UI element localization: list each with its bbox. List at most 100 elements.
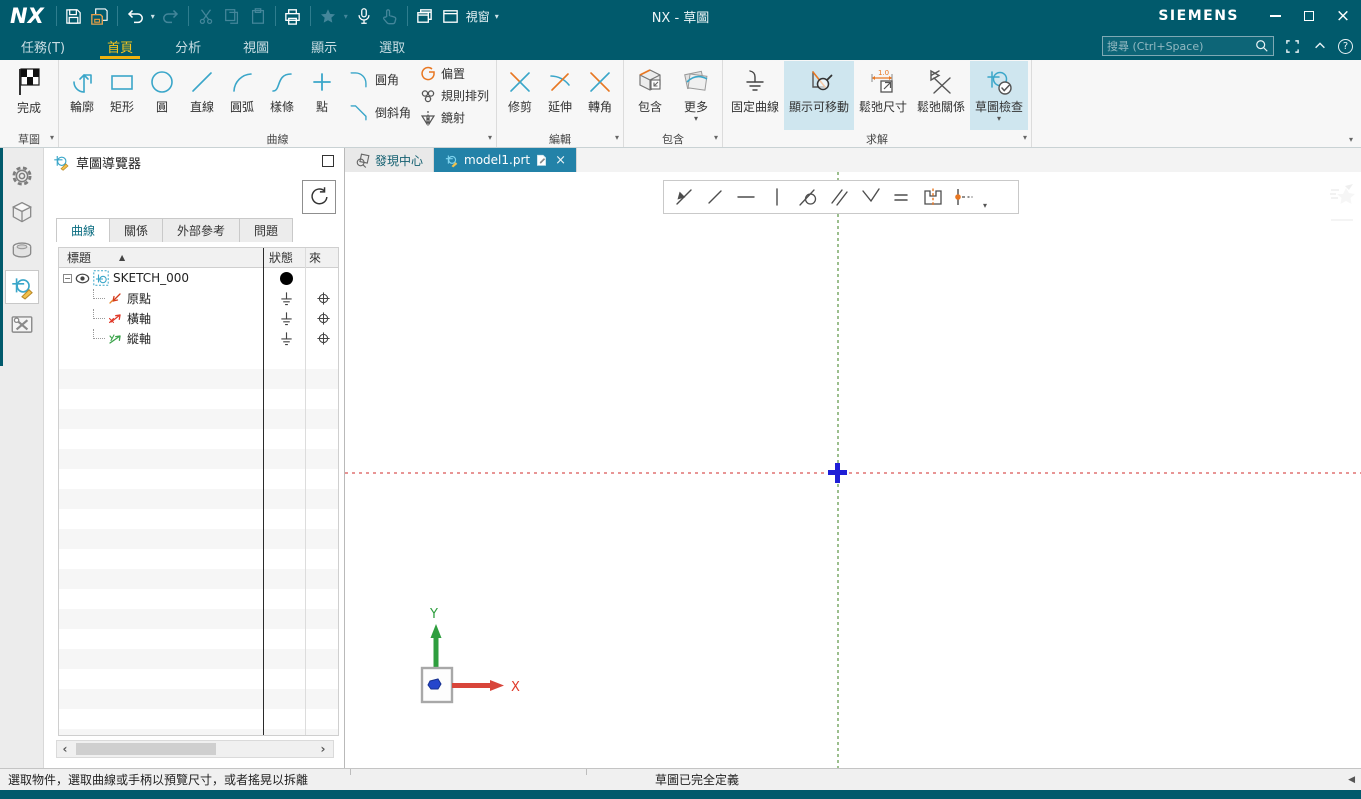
coincident-constraint-icon[interactable]	[668, 182, 699, 212]
toolbar-dropdown-arrow-icon[interactable]: ▾	[978, 201, 992, 213]
group-label-solve[interactable]: 求解 ▾	[723, 130, 1031, 147]
tab-analysis[interactable]: 分析	[154, 32, 222, 60]
horizontal-constraint-icon[interactable]	[730, 182, 761, 212]
group-label-include[interactable]: 包含 ▾	[624, 130, 722, 147]
rectangle-button[interactable]: 矩形	[102, 61, 142, 130]
microphone-icon[interactable]	[351, 3, 377, 29]
tree-row-vertical-axis[interactable]: 縱軸	[59, 328, 338, 348]
maximize-button[interactable]	[1297, 5, 1321, 27]
sketch-origin-point[interactable]	[828, 470, 847, 475]
sketch-check-button[interactable]: 草圖檢查 ▾	[970, 61, 1029, 130]
sidebar-item-tools[interactable]	[5, 307, 39, 341]
fix-curve-button[interactable]: 固定曲線	[726, 61, 784, 130]
tab-discovery-center[interactable]: 發現中心	[345, 148, 435, 172]
sidebar-item-sketch-navigator[interactable]	[4, 270, 39, 304]
relax-dimension-button[interactable]: 1.0 鬆弛尺寸	[854, 61, 912, 130]
search-input[interactable]	[1107, 39, 1255, 53]
origin-dot[interactable]	[427, 678, 442, 690]
tab-relations[interactable]: 關係	[109, 218, 164, 242]
sort-ascending-icon[interactable]: ▲	[119, 253, 125, 262]
x-axis-arrowhead[interactable]	[490, 680, 504, 691]
sketch-canvas[interactable]: ▾ Y X	[345, 172, 1361, 768]
parallel-constraint-icon[interactable]	[823, 182, 854, 212]
scroll-right-icon[interactable]: ›	[315, 742, 331, 756]
tab-external-references[interactable]: 外部參考	[162, 218, 241, 242]
print-icon[interactable]	[280, 3, 306, 29]
midpoint-constraint-icon[interactable]	[947, 182, 978, 212]
finish-sketch-button[interactable]: 完成	[3, 61, 55, 130]
tree-row-origin[interactable]: 原點	[59, 288, 338, 308]
fullscreen-icon[interactable]	[1282, 36, 1302, 56]
column-status[interactable]: 狀態	[269, 249, 293, 266]
close-button[interactable]: ×	[1331, 5, 1355, 27]
spline-button[interactable]: 樣條	[262, 61, 302, 130]
sketch-check-dropdown-arrow-icon[interactable]: ▾	[997, 114, 1001, 124]
extend-button[interactable]: 延伸	[540, 61, 580, 130]
point-button[interactable]: 點	[302, 61, 342, 130]
group-dropdown-arrow-icon[interactable]: ▾	[1023, 133, 1027, 142]
cascade-windows-icon[interactable]	[412, 3, 438, 29]
undo-dropdown-arrow-icon[interactable]: ▾	[148, 12, 158, 21]
offset-button[interactable]: 偏置	[415, 63, 493, 84]
column-title[interactable]: 標題	[59, 249, 91, 266]
window-menu-dropdown-arrow-icon[interactable]: ▾	[492, 12, 502, 21]
horizontal-scrollbar[interactable]: ‹ ›	[56, 740, 334, 758]
tree-node-label[interactable]: 縱軸	[127, 330, 151, 347]
touch-gesture-icon[interactable]	[377, 3, 403, 29]
sidebar-item-assembly-navigator[interactable]	[5, 196, 39, 230]
more-dropdown-arrow-icon[interactable]: ▾	[694, 114, 698, 124]
group-dropdown-arrow-icon[interactable]: ▾	[50, 133, 54, 142]
sidebar-item-part-navigator[interactable]	[5, 233, 39, 267]
ribbon-overflow-dropdown-arrow-icon[interactable]: ▾	[1349, 135, 1353, 144]
minimize-button[interactable]	[1263, 5, 1287, 27]
scrollbar-thumb[interactable]	[76, 743, 216, 755]
horizontal-datum-axis[interactable]	[345, 472, 1361, 474]
tab-select[interactable]: 選取	[358, 32, 426, 60]
group-dropdown-arrow-icon[interactable]: ▾	[488, 133, 492, 142]
y-axis-arrowhead[interactable]	[430, 624, 442, 638]
tree-node-label[interactable]: 橫軸	[127, 310, 151, 327]
line-button[interactable]: 直線	[182, 61, 222, 130]
group-label-curve[interactable]: 曲線 ▾	[59, 130, 496, 147]
command-search-box[interactable]	[1102, 36, 1274, 56]
group-dropdown-arrow-icon[interactable]: ▾	[615, 133, 619, 142]
tree-row-horizontal-axis[interactable]: 橫軸	[59, 308, 338, 328]
y-axis-shaft[interactable]	[433, 636, 439, 669]
trim-button[interactable]: 修剪	[500, 61, 540, 130]
collapse-expander-icon[interactable]: −	[63, 273, 72, 283]
tab-view[interactable]: 視圖	[222, 32, 290, 60]
vertical-constraint-icon[interactable]	[761, 182, 792, 212]
visibility-eye-icon[interactable]	[75, 271, 90, 286]
column-divider[interactable]	[263, 248, 264, 735]
tree-node-label[interactable]: 原點	[127, 290, 151, 307]
column-source[interactable]: 來	[309, 249, 321, 266]
tree-node-label[interactable]: SKETCH_000	[113, 271, 189, 285]
save-as-icon[interactable]	[87, 3, 113, 29]
tab-problems[interactable]: 問題	[239, 218, 294, 242]
pattern-button[interactable]: 規則排列	[415, 85, 493, 106]
panel-undock-button[interactable]	[322, 155, 334, 167]
more-button[interactable]: 更多 ▾	[673, 61, 719, 130]
reset-button[interactable]	[302, 180, 336, 214]
tab-curves[interactable]: 曲線	[56, 218, 111, 242]
profile-button[interactable]: 輪廓	[62, 61, 102, 130]
status-collapse-arrow-icon[interactable]: ◀	[1348, 775, 1355, 785]
sidebar-item-roles[interactable]	[5, 159, 39, 193]
group-dropdown-arrow-icon[interactable]: ▾	[714, 133, 718, 142]
tab-task[interactable]: 任務(T)	[0, 32, 86, 60]
window-menu-label[interactable]: 視窗	[466, 8, 490, 25]
tab-home[interactable]: 首頁	[86, 32, 154, 60]
tangent-constraint-icon[interactable]	[792, 182, 823, 212]
fillet-button[interactable]: 圓角	[342, 63, 415, 95]
window-layout-icon[interactable]	[438, 3, 464, 29]
perpendicular-constraint-icon[interactable]	[854, 182, 885, 212]
column-divider[interactable]	[305, 248, 306, 735]
circle-button[interactable]: 圓	[142, 61, 182, 130]
corner-button[interactable]: 轉角	[580, 61, 620, 130]
undo-icon[interactable]	[122, 3, 148, 29]
group-label-edit[interactable]: 編輯 ▾	[497, 130, 623, 147]
x-axis-shaft[interactable]	[452, 683, 490, 688]
help-icon[interactable]: ?	[1338, 38, 1353, 54]
tab-display[interactable]: 顯示	[290, 32, 358, 60]
show-movable-button[interactable]: 顯示可移動	[784, 61, 855, 130]
